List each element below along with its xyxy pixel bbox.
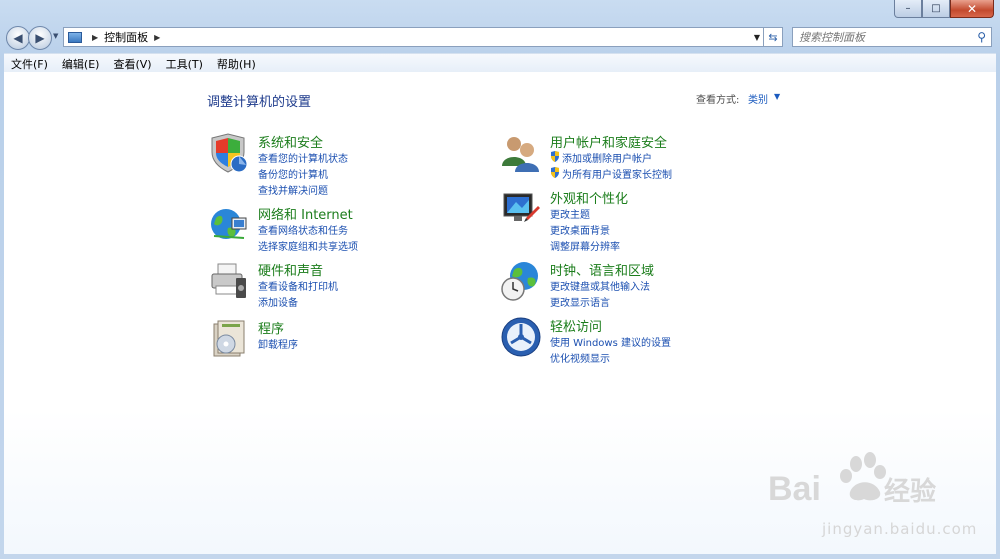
breadcrumb-arrow-icon[interactable]: ▶	[154, 33, 160, 42]
category-user-accounts: 用户帐户和家庭安全 添加或删除用户帐户 为所有用户设置家长控制	[500, 132, 760, 181]
category-programs: 程序 卸载程序	[208, 318, 468, 358]
search-box[interactable]: ⚲	[792, 27, 992, 47]
watermark-url: jingyan.baidu.com	[822, 520, 978, 538]
link-windows-suggested-settings[interactable]: 使用 Windows 建议的设置	[550, 334, 671, 349]
category-appearance: 外观和个性化 更改主题 更改桌面背景 调整屏幕分辨率	[500, 188, 760, 253]
category-title[interactable]: 时钟、语言和区域	[550, 260, 654, 279]
printer-icon	[211, 263, 246, 298]
link-add-device[interactable]: 添加设备	[258, 294, 298, 309]
svg-text:经验: 经验	[884, 476, 936, 506]
uac-shield-icon	[551, 151, 559, 162]
menu-bar: 文件(F) 编辑(E) 查看(V) 工具(T) 帮助(H)	[4, 53, 996, 73]
refresh-icon: ⇆	[768, 30, 778, 44]
refresh-button[interactable]: ⇆	[763, 27, 783, 47]
maximize-button[interactable]: □	[922, 0, 950, 18]
link-screen-resolution[interactable]: 调整屏幕分辨率	[550, 238, 620, 253]
link-devices-printers[interactable]: 查看设备和打印机	[258, 278, 338, 293]
link-troubleshoot[interactable]: 查找并解决问题	[258, 182, 328, 197]
link-network-status[interactable]: 查看网络状态和任务	[258, 222, 348, 237]
breadcrumb-control-panel[interactable]: 控制面板	[104, 29, 148, 45]
control-panel-icon	[68, 31, 82, 43]
recent-pages-dropdown-icon[interactable]: ▼	[53, 32, 58, 40]
link-add-remove-accounts[interactable]: 添加或删除用户帐户	[562, 150, 652, 165]
forward-arrow-icon: ▶	[35, 31, 45, 45]
globe-clock-icon	[501, 262, 538, 301]
forward-button[interactable]: ▶	[28, 26, 52, 50]
baidu-watermark-logo: Bai 经验	[768, 452, 936, 508]
menu-view[interactable]: 查看(V)	[106, 56, 158, 72]
view-by-dropdown[interactable]: 类别	[748, 91, 768, 106]
back-arrow-icon: ◀	[13, 31, 23, 45]
address-bar[interactable]: ▶ 控制面板 ▶ ▼	[63, 27, 783, 47]
category-clock-language-region: 时钟、语言和区域 更改键盘或其他输入法 更改显示语言	[500, 260, 760, 309]
link-desktop-background[interactable]: 更改桌面背景	[550, 222, 610, 237]
uac-shield-icon	[551, 167, 559, 178]
link-display-language[interactable]: 更改显示语言	[550, 294, 610, 309]
category-title[interactable]: 系统和安全	[258, 132, 323, 151]
control-panel-window: – □ ✕ ◀ ▶ ▼ ▶ 控制面板 ▶ ▼ ⇆ ⚲ 文件(F) 编辑(E) 查…	[0, 0, 1000, 559]
users-icon	[502, 137, 539, 172]
category-title[interactable]: 硬件和声音	[258, 260, 323, 279]
network-globe-icon	[211, 209, 247, 239]
ease-of-access-icon	[501, 317, 541, 357]
link-view-computer-status[interactable]: 查看您的计算机状态	[258, 150, 348, 165]
appearance-monitor-icon	[503, 193, 540, 222]
page-title: 调整计算机的设置	[207, 95, 312, 110]
caption-buttons: – □ ✕	[894, 0, 994, 18]
category-network-internet: 网络和 Internet 查看网络状态和任务 选择家庭组和共享选项	[208, 204, 468, 253]
link-uninstall-program[interactable]: 卸载程序	[258, 336, 298, 351]
svg-text:Bai: Bai	[768, 470, 821, 508]
category-title[interactable]: 外观和个性化	[550, 188, 628, 207]
link-change-theme[interactable]: 更改主题	[550, 206, 590, 221]
link-parental-controls[interactable]: 为所有用户设置家长控制	[562, 166, 672, 181]
menu-edit[interactable]: 编辑(E)	[55, 56, 107, 72]
menu-tools[interactable]: 工具(T)	[159, 56, 210, 72]
category-system-security: 系统和安全 查看您的计算机状态 备份您的计算机 查找并解决问题	[208, 132, 468, 197]
search-icon[interactable]: ⚲	[977, 30, 986, 44]
close-button[interactable]: ✕	[950, 0, 994, 18]
link-keyboard-input[interactable]: 更改键盘或其他输入法	[550, 278, 650, 293]
link-backup-computer[interactable]: 备份您的计算机	[258, 166, 328, 181]
view-by-dropdown-icon[interactable]: ▼	[774, 92, 780, 101]
category-title[interactable]: 轻松访问	[550, 316, 602, 335]
shield-icon	[211, 133, 248, 173]
address-dropdown-icon[interactable]: ▼	[754, 33, 760, 42]
programs-icon	[213, 320, 245, 357]
search-input[interactable]	[797, 29, 971, 45]
menu-help[interactable]: 帮助(H)	[210, 56, 263, 72]
breadcrumb-arrow-icon[interactable]: ▶	[92, 33, 98, 42]
navigation-bar: ◀ ▶ ▼ ▶ 控制面板 ▶ ▼ ⇆ ⚲	[0, 24, 1000, 50]
category-title[interactable]: 程序	[258, 318, 284, 337]
back-button[interactable]: ◀	[6, 26, 30, 50]
menu-file[interactable]: 文件(F)	[4, 56, 55, 72]
category-ease-of-access: 轻松访问 使用 Windows 建议的设置 优化视频显示	[500, 316, 760, 365]
category-hardware-sound: 硬件和声音 查看设备和打印机 添加设备	[208, 260, 468, 309]
minimize-button[interactable]: –	[894, 0, 922, 18]
view-by-label: 查看方式:	[696, 95, 740, 106]
content-pane: 调整计算机的设置 查看方式: 类别 ▼ 系统和安全 查看您的计算机状态 备份您的…	[4, 72, 996, 554]
category-title[interactable]: 网络和 Internet	[258, 204, 353, 223]
link-homegroup[interactable]: 选择家庭组和共享选项	[258, 238, 358, 253]
category-title[interactable]: 用户帐户和家庭安全	[550, 132, 667, 151]
link-optimize-visual-display[interactable]: 优化视频显示	[550, 350, 610, 365]
